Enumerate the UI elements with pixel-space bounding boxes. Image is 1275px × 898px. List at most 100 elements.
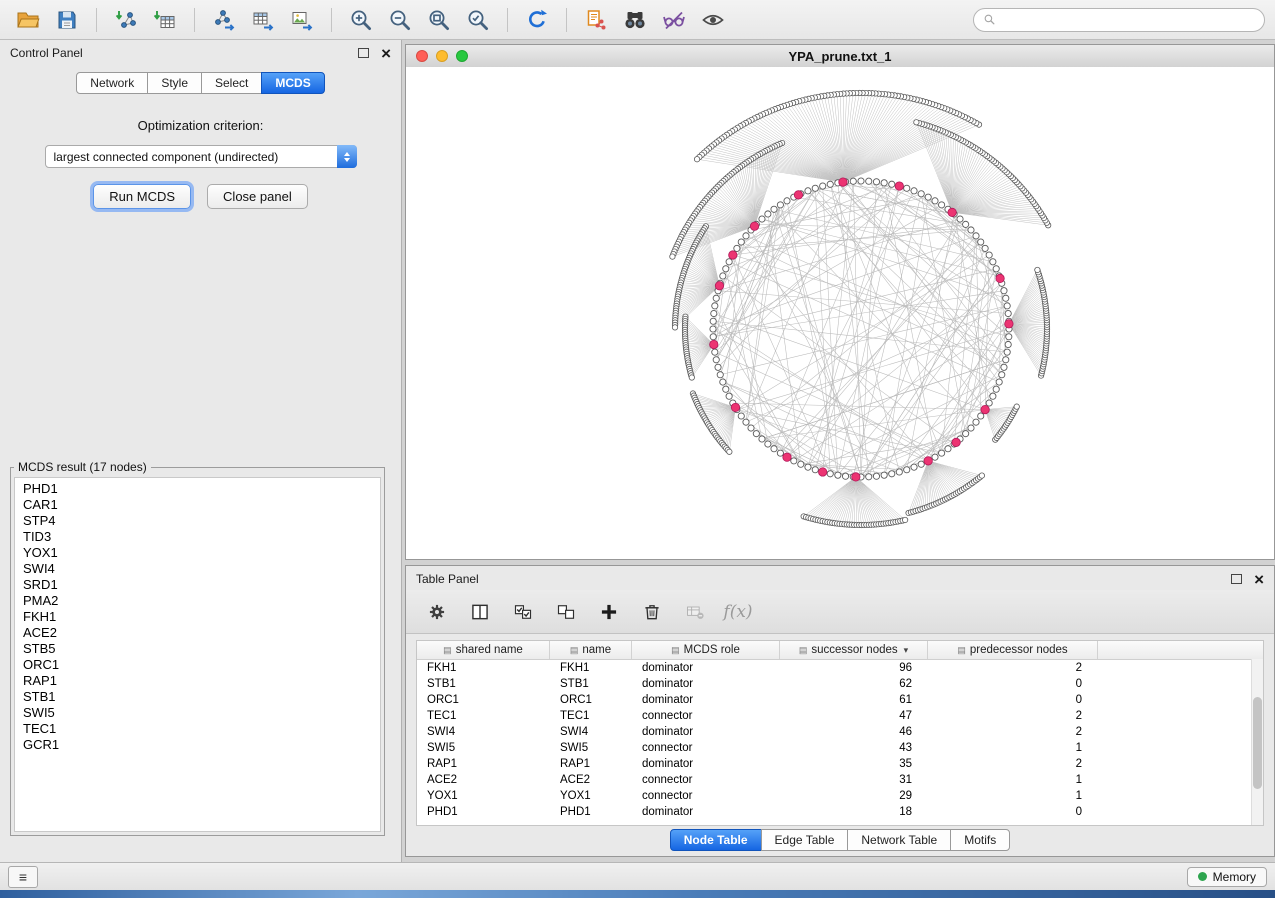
mcds-hub-node[interactable] — [783, 453, 791, 461]
network-node[interactable] — [963, 221, 969, 227]
hide-glasses-icon[interactable] — [656, 5, 692, 35]
zoom-fit-icon[interactable] — [421, 5, 457, 35]
network-node[interactable] — [812, 467, 818, 473]
result-node-yox1[interactable]: YOX1 — [23, 545, 372, 561]
network-node[interactable] — [715, 364, 721, 370]
result-node-gcr1[interactable]: GCR1 — [23, 737, 372, 753]
column-header-shared-name[interactable]: ▤shared name — [417, 641, 550, 659]
result-node-tec1[interactable]: TEC1 — [23, 721, 372, 737]
network-node[interactable] — [1003, 295, 1009, 301]
network-node[interactable] — [1004, 349, 1010, 355]
network-node[interactable] — [881, 180, 887, 186]
network-node[interactable] — [993, 386, 999, 392]
network-node[interactable] — [1004, 303, 1010, 309]
network-node[interactable] — [1005, 310, 1011, 316]
column-header-successor-nodes[interactable]: ▤successor nodes▾ — [780, 641, 928, 659]
network-node[interactable] — [710, 334, 716, 340]
network-node[interactable] — [670, 254, 675, 259]
mcds-hub-node[interactable] — [852, 473, 860, 481]
result-node-swi5[interactable]: SWI5 — [23, 705, 372, 721]
result-node-phd1[interactable]: PHD1 — [23, 481, 372, 497]
network-node[interactable] — [727, 449, 732, 454]
result-node-car1[interactable]: CAR1 — [23, 497, 372, 513]
network-node[interactable] — [805, 188, 811, 194]
network-node[interactable] — [710, 318, 716, 324]
network-node[interactable] — [999, 372, 1005, 378]
mcds-result-list[interactable]: PHD1CAR1STP4TID3YOX1SWI4SRD1PMA2FKH1ACE2… — [14, 477, 381, 832]
network-node[interactable] — [902, 517, 907, 522]
network-node[interactable] — [932, 454, 938, 460]
export-network-icon[interactable] — [206, 5, 242, 35]
mcds-hub-node[interactable] — [924, 457, 932, 465]
tab-mcds[interactable]: MCDS — [261, 72, 324, 94]
network-node[interactable] — [914, 120, 919, 125]
optimization-criterion-select[interactable]: largest connected component (undirected) — [45, 145, 357, 168]
mcds-hub-node[interactable] — [839, 178, 847, 186]
network-node[interactable] — [791, 458, 797, 464]
network-canvas[interactable] — [406, 67, 1274, 559]
network-node[interactable] — [1001, 364, 1007, 370]
network-node[interactable] — [689, 375, 694, 380]
result-node-stb1[interactable]: STB1 — [23, 689, 372, 705]
mcds-hub-node[interactable] — [1005, 320, 1013, 328]
network-node[interactable] — [866, 474, 872, 480]
result-node-tid3[interactable]: TID3 — [23, 529, 372, 545]
network-node[interactable] — [784, 198, 790, 204]
table-row-swi5[interactable]: SWI5SWI5connector431 — [417, 740, 1263, 756]
network-node[interactable] — [777, 450, 783, 456]
panel-menu-button[interactable]: ≡ — [8, 866, 38, 888]
zoom-selected-icon[interactable] — [460, 5, 496, 35]
network-node[interactable] — [978, 413, 984, 419]
mcds-hub-node[interactable] — [996, 274, 1004, 282]
scrollbar-thumb[interactable] — [1253, 697, 1262, 789]
import-network-icon[interactable] — [108, 5, 144, 35]
network-node[interactable] — [911, 188, 917, 194]
mcds-hub-node[interactable] — [731, 403, 739, 411]
network-node[interactable] — [911, 464, 917, 470]
table-tab-motifs[interactable]: Motifs — [950, 829, 1010, 851]
export-table-icon[interactable] — [245, 5, 281, 35]
network-node[interactable] — [968, 425, 974, 431]
mcds-hub-node[interactable] — [948, 208, 956, 216]
show-eye-icon[interactable] — [695, 5, 731, 35]
result-node-swi4[interactable]: SWI4 — [23, 561, 372, 577]
table-tab-edge-table[interactable]: Edge Table — [761, 829, 849, 851]
table-row-swi4[interactable]: SWI4SWI4dominator462 — [417, 724, 1263, 740]
network-node[interactable] — [939, 202, 945, 208]
delete-column-icon[interactable] — [639, 599, 665, 625]
network-node[interactable] — [904, 467, 910, 473]
result-node-srd1[interactable]: SRD1 — [23, 577, 372, 593]
network-node[interactable] — [738, 413, 744, 419]
close-window-icon[interactable] — [416, 50, 428, 62]
network-node[interactable] — [743, 419, 749, 425]
zoom-in-icon[interactable] — [343, 5, 379, 35]
network-node[interactable] — [881, 472, 887, 478]
network-node[interactable] — [996, 379, 1002, 385]
deselect-all-icon[interactable] — [553, 599, 579, 625]
network-node[interactable] — [827, 181, 833, 187]
network-node[interactable] — [904, 185, 910, 191]
table-row-yox1[interactable]: YOX1YOX1connector291 — [417, 788, 1263, 804]
refresh-layout-icon[interactable] — [519, 5, 555, 35]
open-folder-icon[interactable] — [10, 5, 46, 35]
network-node[interactable] — [1006, 334, 1012, 340]
search-box[interactable] — [973, 8, 1265, 32]
network-node[interactable] — [672, 325, 677, 330]
network-node[interactable] — [743, 233, 749, 239]
network-node[interactable] — [842, 473, 848, 479]
network-node[interactable] — [748, 425, 754, 431]
network-node[interactable] — [850, 178, 856, 184]
table-row-phd1[interactable]: PHD1PHD1dominator180 — [417, 804, 1263, 820]
binoculars-icon[interactable] — [617, 5, 653, 35]
network-node[interactable] — [771, 206, 777, 212]
mcds-hub-node[interactable] — [729, 251, 737, 259]
result-node-fkh1[interactable]: FKH1 — [23, 609, 372, 625]
network-node[interactable] — [771, 446, 777, 452]
network-node[interactable] — [968, 227, 974, 233]
table-row-tec1[interactable]: TEC1TEC1connector472 — [417, 708, 1263, 724]
network-node[interactable] — [805, 464, 811, 470]
mcds-hub-node[interactable] — [715, 282, 723, 290]
network-node[interactable] — [990, 259, 996, 265]
network-node[interactable] — [720, 379, 726, 385]
network-node[interactable] — [979, 473, 984, 478]
